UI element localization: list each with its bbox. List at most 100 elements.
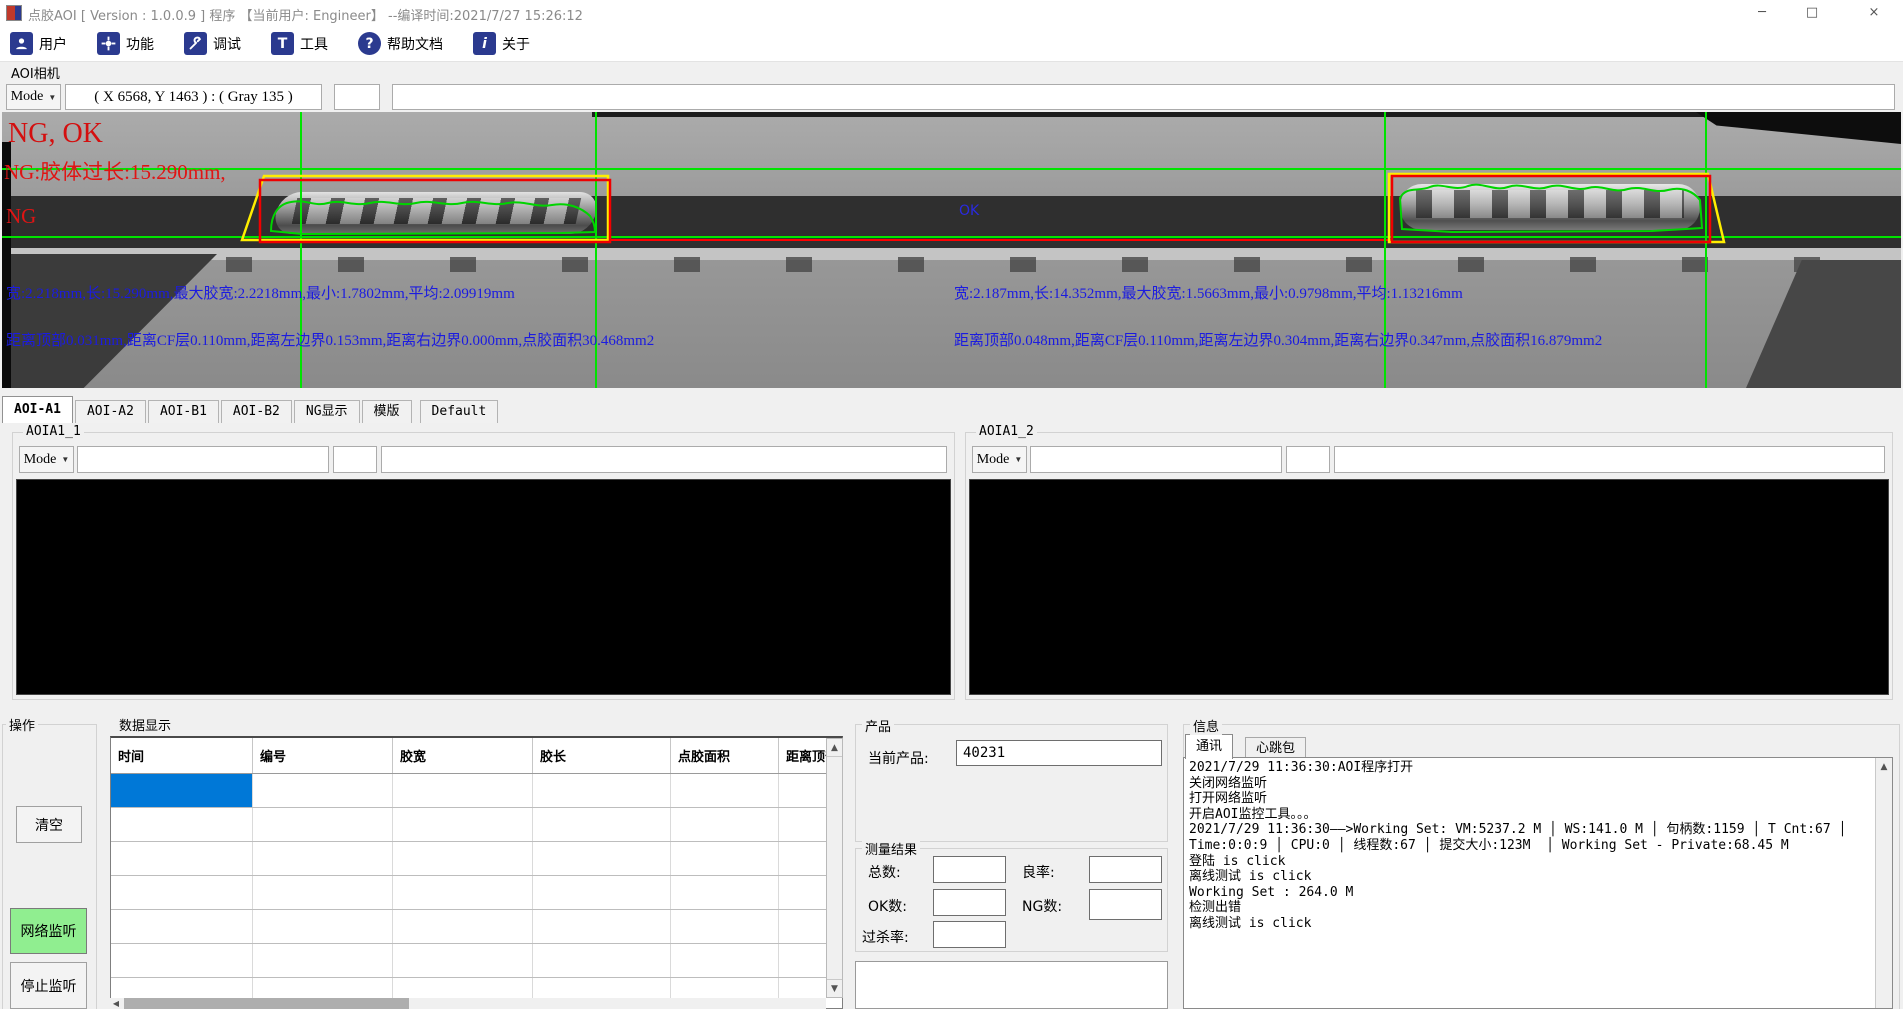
- table-vertical-scrollbar[interactable]: ▲ ▼: [826, 738, 843, 998]
- scroll-up-icon[interactable]: ▲: [827, 739, 842, 757]
- camera-coords-readout: ( X 6568, Y 1463 ) : ( Gray 135 ): [65, 84, 322, 110]
- toolbar-item-function[interactable]: 功能: [97, 32, 154, 55]
- panel1-mode-dropdown[interactable]: Mode ▼: [19, 446, 74, 473]
- toolbar-item-user[interactable]: 用户: [10, 32, 67, 55]
- stop-listen-button[interactable]: 停止监听: [10, 962, 87, 1009]
- scroll-up-icon[interactable]: ▲: [1876, 758, 1892, 775]
- tab-template[interactable]: 模版: [362, 400, 412, 423]
- overkill-value-box: [933, 921, 1006, 948]
- ng-count-label: NG数:: [1022, 896, 1062, 916]
- table-row[interactable]: [111, 774, 842, 808]
- tab-heartbeat[interactable]: 心跳包: [1245, 737, 1306, 759]
- operations-group-label: 操作: [6, 715, 38, 734]
- toolbar-item-help[interactable]: ? 帮助文档: [358, 32, 443, 55]
- left-measure-line2: 距离顶部0.031mm,距离CF层0.110mm,距离左边界0.153mm,距离…: [6, 329, 654, 350]
- tab-aoi-a2[interactable]: AOI-A2: [75, 400, 146, 423]
- app-icon: [6, 5, 22, 21]
- clear-button[interactable]: 清空: [16, 806, 82, 843]
- tab-aoi-b1[interactable]: AOI-B1: [148, 400, 219, 423]
- panel1-field-2: [333, 446, 377, 473]
- column-header[interactable]: 编号: [253, 738, 393, 773]
- panel1-image-viewport: [16, 479, 951, 695]
- table-row[interactable]: [111, 876, 842, 910]
- minimize-button[interactable]: ─: [1739, 0, 1785, 26]
- camera-field-small: [334, 84, 380, 110]
- panel2-mode-dropdown[interactable]: Mode ▼: [972, 446, 1027, 473]
- table-row[interactable]: [111, 808, 842, 842]
- mode-label: Mode: [977, 452, 1010, 468]
- column-header[interactable]: 胶宽: [393, 738, 533, 773]
- panel-label: AOIA1_2: [976, 424, 1037, 439]
- column-header[interactable]: 点胶面积: [671, 738, 779, 773]
- toolbar-item-label: 工具: [300, 34, 328, 54]
- panel2-field-3: [1334, 446, 1885, 473]
- main-toolbar: 用户 功能 调试 T 工具 ? 帮助文档 i 关于: [0, 26, 1903, 62]
- toolbar-item-tools[interactable]: T 工具: [271, 32, 328, 55]
- right-measure-line2: 距离顶部0.048mm,距离CF层0.110mm,距离左边界0.304mm,距离…: [954, 329, 1602, 350]
- table-horizontal-scrollbar[interactable]: ◀: [108, 998, 826, 1009]
- table-row[interactable]: [111, 842, 842, 876]
- scrollbar-thumb[interactable]: [124, 998, 409, 1009]
- camera-field-wide: [392, 84, 1895, 110]
- right-measure-line1: 宽:2.187mm,长:14.352mm,最大胶宽:1.5663mm,最小:0.…: [954, 282, 1463, 303]
- results-group-label: 测量结果: [862, 839, 920, 858]
- toolbar-item-debug[interactable]: 调试: [184, 32, 241, 55]
- selected-cell[interactable]: [111, 774, 253, 807]
- tab-aoi-b2[interactable]: AOI-B2: [221, 400, 292, 423]
- data-table: 时间 编号 胶宽 胶长 点胶面积 距离顶部: [110, 736, 843, 1009]
- total-label: 总数:: [868, 862, 901, 882]
- total-value-box: [933, 856, 1006, 883]
- wrench-icon: [184, 32, 207, 55]
- tab-default[interactable]: Default: [420, 400, 499, 423]
- panel-aoia1-2: AOIA1_2 Mode ▼: [965, 432, 1893, 700]
- log-scrollbar[interactable]: ▲: [1875, 758, 1892, 1008]
- left-measure-line1: 宽:2.218mm,长:15.290mm,最大胶宽:2.2218mm,最小:1.…: [6, 282, 515, 303]
- column-header[interactable]: 胶长: [533, 738, 671, 773]
- ng-label-text: NG: [6, 204, 36, 229]
- yield-value-box: [1089, 856, 1162, 883]
- user-icon: [10, 32, 33, 55]
- current-product-input[interactable]: [956, 740, 1162, 766]
- mode-label: Mode: [24, 452, 57, 468]
- app-window: 点胶AOI [ Version : 1.0.0.9 ] 程序 【当前用户: En…: [0, 0, 1903, 1009]
- camera-image-view[interactable]: NG, OK NG:胶体过长:15.290mm, NG OK 宽:2.218mm…: [2, 112, 1901, 388]
- maximize-button[interactable]: □: [1789, 0, 1835, 26]
- ok-value-box: [933, 889, 1006, 916]
- column-header[interactable]: 时间: [111, 738, 253, 773]
- panel2-field-2: [1286, 446, 1330, 473]
- table-header-row: 时间 编号 胶宽 胶长 点胶面积 距离顶部: [111, 738, 842, 774]
- tab-aoi-a1[interactable]: AOI-A1: [2, 396, 73, 423]
- ok-label-text: OK: [959, 203, 979, 219]
- toolbar-item-label: 功能: [126, 34, 154, 54]
- chevron-down-icon: ▼: [61, 455, 69, 464]
- log-text: 2021/7/29 11:36:30:AOI程序打开 关闭网络监听 打开网络监听…: [1184, 758, 1864, 934]
- hammer-icon: T: [271, 32, 294, 55]
- chevron-down-icon: ▼: [48, 93, 56, 102]
- product-group-label: 产品: [862, 716, 894, 735]
- info-group-label: 信息: [1190, 716, 1222, 735]
- ng-message-text: NG:胶体过长:15.290mm,: [4, 156, 226, 186]
- scroll-left-icon[interactable]: ◀: [108, 998, 124, 1009]
- help-icon: ?: [358, 32, 381, 55]
- about-icon: i: [473, 32, 496, 55]
- communication-log[interactable]: 2021/7/29 11:36:30:AOI程序打开 关闭网络监听 打开网络监听…: [1183, 757, 1893, 1009]
- scroll-down-icon[interactable]: ▼: [827, 979, 842, 997]
- table-row[interactable]: [111, 944, 842, 978]
- camera-mode-dropdown[interactable]: Mode ▼: [6, 84, 61, 110]
- close-button[interactable]: ×: [1845, 0, 1903, 26]
- results-note-box: [855, 961, 1168, 1009]
- title-bar: 点胶AOI [ Version : 1.0.0.9 ] 程序 【当前用户: En…: [0, 0, 1903, 26]
- inspection-status-text: NG, OK: [8, 118, 103, 150]
- tab-communication[interactable]: 通讯: [1185, 734, 1233, 759]
- toolbar-item-label: 用户: [39, 34, 67, 54]
- toolbar-item-label: 调试: [213, 34, 241, 54]
- network-listen-button[interactable]: 网络监听: [10, 908, 87, 954]
- view-tabstrip: AOI-A1 AOI-A2 AOI-B1 AOI-B2 NG显示 模版 Defa…: [2, 396, 500, 423]
- current-product-label: 当前产品:: [868, 748, 929, 768]
- tab-ng-display[interactable]: NG显示: [294, 400, 360, 423]
- table-row[interactable]: [111, 910, 842, 944]
- window-title: 点胶AOI [ Version : 1.0.0.9 ] 程序 【当前用户: En…: [28, 5, 583, 24]
- toolbar-item-about[interactable]: i 关于: [473, 32, 530, 55]
- ng-value-box: [1089, 889, 1162, 920]
- mode-label: Mode: [11, 89, 44, 105]
